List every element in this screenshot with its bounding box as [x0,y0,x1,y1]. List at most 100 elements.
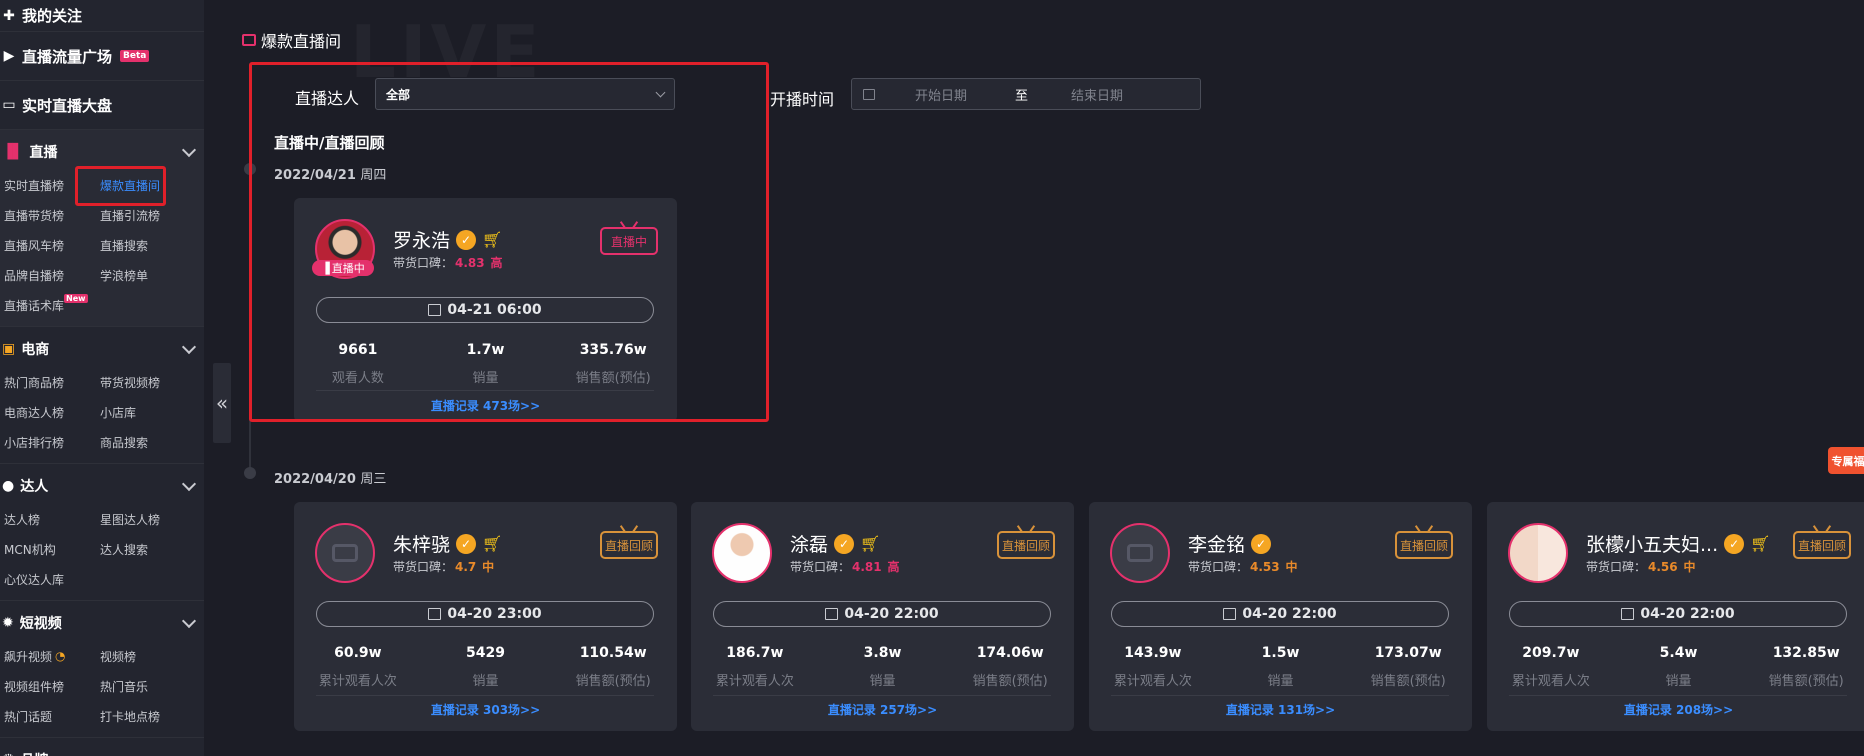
page-title: 爆款直播间 [242,28,341,52]
date-range-picker[interactable]: 开始日期 至 结束日期 [851,78,1201,110]
sidebar-item-realtime[interactable]: ▭ 实时直播大盘 [0,81,204,130]
section-header-ecommerce[interactable]: ▣ 电商 [0,331,204,367]
avatar [1508,523,1568,583]
sidebar-item-video-sales[interactable]: 带货视频榜 [96,367,196,397]
rating-label: 带货口碑： [1586,560,1647,574]
stat: 173.07w 销售额(预估) [1344,645,1472,689]
sidebar-item-xuelang-rank[interactable]: 学浪榜单 [96,260,196,290]
sidebar-item-brand-rank[interactable]: 品牌自播榜 [0,260,96,290]
sidebar-item-kol-search[interactable]: 达人搜索 [96,534,196,564]
stat-value: 60.9w [334,645,382,661]
sidebar-item-widget-rank[interactable]: 视频组件榜 [0,671,96,701]
live-record-link[interactable]: 直播记录 208场>> [1487,701,1864,718]
sidebar-item-rising-video[interactable]: 飙升视频 ◔ [0,641,96,671]
avatar [1110,523,1170,583]
sidebar-item-video-rank[interactable]: 视频榜 [96,641,196,671]
stat-label: 销量 [869,674,896,689]
cart-icon: 🛒︎ [860,534,881,553]
live-record-link[interactable]: 直播记录 303场>> [294,701,677,718]
rating-value: 4.53 [1250,560,1280,574]
sidebar-item-ecom-kol[interactable]: 电商达人榜 [0,397,96,427]
rating-level: 中 [1285,560,1298,574]
sidebar-item-hot-music[interactable]: 热门音乐 [96,671,196,701]
sidebar-item-shop-rank[interactable]: 小店排行榜 [0,427,96,457]
sidebar-item-traffic[interactable]: ▶ 直播流量广场 Beta [0,32,204,81]
status-tag: 直播回顾 [1793,531,1851,559]
calendar-play-icon [428,608,442,620]
stat-label: 销售额(预估) [575,674,651,689]
divider [713,695,1051,696]
user-icon: ● [2,478,15,494]
section-title: 达人 [20,479,49,495]
live-record-link[interactable]: 直播记录 257场>> [691,701,1074,718]
stat: 5429 销量 [422,645,550,689]
sidebar-item-mcn[interactable]: MCN机构 [0,534,96,564]
sidebar-item-fav-kol[interactable]: 心仪达人库 [0,564,96,594]
sidebar-item-follow[interactable]: ✚ 我的关注 [0,0,204,32]
live-room-card[interactable]: 朱梓骁 ✓ 🛒︎ 带货口碑： 4.7 中 直播回顾 04-20 23:00 60.… [294,502,677,731]
stat: 186.7w 累计观看人次 [691,645,819,689]
anchor-name[interactable]: 朱梓骁 ✓ 🛒︎ [393,530,502,557]
start-time: 04-20 22:00 [1242,606,1337,622]
play-square-icon: ▶ [3,48,15,64]
live-record-link[interactable]: 直播记录 131场>> [1089,701,1472,718]
anchor-name[interactable]: 李金铭 ✓ [1188,530,1272,557]
status-tag: 直播回顾 [600,531,658,559]
collapse-sidebar-button[interactable]: « [213,363,231,443]
sidebar-item-windmill-rank[interactable]: 直播风车榜 [0,230,96,260]
monitor-icon: ▭ [2,97,16,113]
start-time-pill: 04-20 23:00 [316,601,654,627]
new-badge: New [64,294,88,303]
end-date-input[interactable]: 结束日期 [1071,85,1123,104]
sidebar-item-live-search[interactable]: 直播搜索 [96,230,196,260]
stat-label: 销售额(预估) [1370,674,1446,689]
stats-row: 209.7w 累计观看人次 5.4w 销量 132.85w 销售额(预估) [1487,645,1864,689]
sidebar-item-goods-search[interactable]: 商品搜索 [96,427,196,457]
chevron-down-icon [181,339,197,355]
section-header-video[interactable]: ✹ 短视频 [0,605,204,641]
stat-value: 209.7w [1522,645,1580,661]
stat: 209.7w 累计观看人次 [1487,645,1615,689]
rating-value: 4.7 [455,560,477,574]
sidebar-item-checkin-rank[interactable]: 打卡地点榜 [96,701,196,731]
rating-level: 高 [887,560,900,574]
sidebar-item-star-kol[interactable]: 星图达人榜 [96,504,196,534]
rating-level: 中 [1683,560,1696,574]
section-title: 短视频 [19,616,62,632]
sidebar-item-shop-lib[interactable]: 小店库 [96,397,196,427]
stat-label: 销量 [1665,674,1692,689]
section-header-kol[interactable]: ● 达人 [0,468,204,504]
start-date-input[interactable]: 开始日期 [915,85,1005,104]
sidebar-item-hot-goods[interactable]: 热门商品榜 [0,367,96,397]
section-title: 品牌 [21,750,49,756]
section-header-live[interactable]: ▐▌ 直播 [0,134,204,170]
stat: 110.54w 销售额(预估) [549,645,677,689]
anchor-name[interactable]: 张檬小五夫妇... ✓ 🛒︎ [1586,530,1770,557]
start-time: 04-20 22:00 [844,606,939,622]
stats-row: 60.9w 累计观看人次 5429 销量 110.54w 销售额(预估) [294,645,677,689]
sidebar-item-script-lib[interactable]: 直播话术库 New [0,290,96,320]
anchor-name[interactable]: 涂磊 ✓ 🛒︎ [790,530,880,557]
stat-value: 1.5w [1261,645,1300,661]
start-time: 04-20 22:00 [1640,606,1735,622]
sidebar-item-kol-rank[interactable]: 达人榜 [0,504,96,534]
stat-label: 销售额(预估) [1768,674,1844,689]
section-header-brand[interactable]: ♛ 品牌 [0,742,204,756]
sidebar-item-label: 飙升视频 [4,649,53,664]
exclusive-benefit-tab[interactable]: 专属福 [1828,447,1864,474]
start-time: 04-20 23:00 [447,606,542,622]
live-room-card[interactable]: 涂磊 ✓ 🛒︎ 带货口碑： 4.81 高 直播回顾 04-20 22:00 186… [691,502,1074,731]
chevron-down-icon [181,750,197,756]
shop-bag-icon: ▣ [2,341,16,357]
stat: 60.9w 累计观看人次 [294,645,422,689]
calendar-icon [863,88,875,100]
live-room-card[interactable]: 李金铭 ✓ 带货口碑： 4.53 中 直播回顾 04-20 22:00 143.9… [1089,502,1472,731]
rating-label: 带货口碑： [790,560,851,574]
cart-icon: 🛒︎ [1750,534,1771,553]
live-room-card[interactable]: 张檬小五夫妇... ✓ 🛒︎ 带货口碑： 4.56 中 直播回顾 04-20 22… [1487,502,1864,731]
bar-chart-icon: ▐▌ [2,144,24,160]
plus-icon: ✚ [3,7,15,24]
sidebar-item-hot-topic[interactable]: 热门话题 [0,701,96,731]
app-root: ✚ 我的关注 ▶ 直播流量广场 Beta ▭ 实时直播大盘 ▐▌ 直播 实时直播… [0,0,1864,756]
sidebar-section-kol: ● 达人 达人榜 星图达人榜 MCN机构 达人搜索 心仪达人库 [0,464,204,601]
